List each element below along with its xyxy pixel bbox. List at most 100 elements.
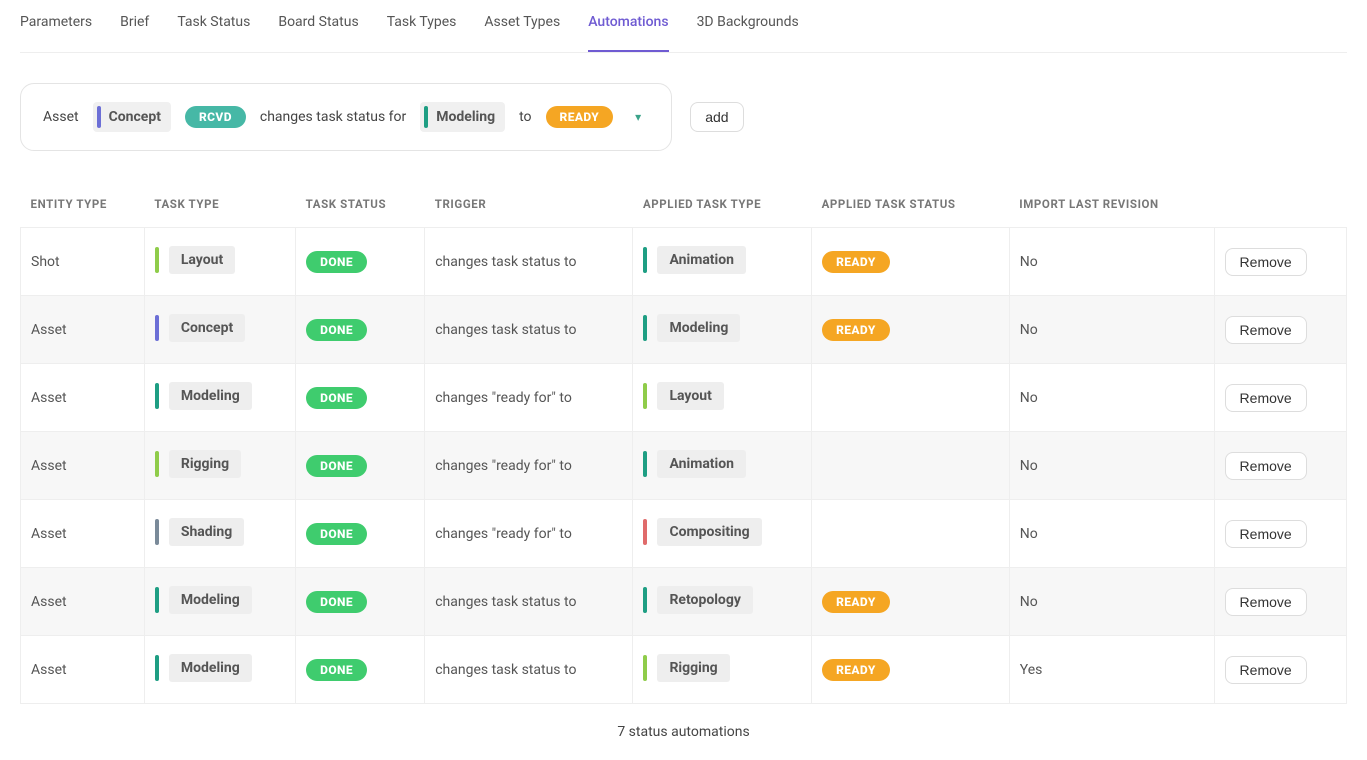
cell-task-type: Layout	[144, 228, 295, 296]
cell-trigger: changes "ready for" to	[425, 432, 633, 500]
tab-brief[interactable]: Brief	[120, 14, 149, 40]
applied-task-type-color-bar	[643, 519, 647, 545]
task-type-label: Layout	[169, 246, 235, 274]
cell-applied-task-status: READY	[812, 228, 1010, 296]
task-type-color-bar	[155, 315, 159, 341]
task-type-label: Modeling	[169, 586, 252, 614]
builder-mid-text: changes task status for	[260, 109, 406, 125]
table-row: AssetModelingDONEchanges task status toR…	[21, 636, 1347, 704]
task-status-badge: DONE	[306, 251, 367, 273]
applied-task-type-color-bar	[643, 383, 647, 409]
applied-task-type-color-bar	[424, 106, 428, 128]
automation-builder-row: Asset Concept RCVD changes task status f…	[20, 83, 1347, 151]
tab-asset-types[interactable]: Asset Types	[484, 14, 560, 40]
tab-parameters[interactable]: Parameters	[20, 14, 92, 40]
builder-task-status[interactable]: RCVD	[185, 106, 246, 128]
table-row: AssetRiggingDONEchanges "ready for" toAn…	[21, 432, 1347, 500]
remove-button[interactable]: Remove	[1225, 248, 1307, 276]
cell-task-type: Modeling	[144, 364, 295, 432]
cell-import-last: No	[1009, 296, 1214, 364]
automations-table: ENTITY TYPE TASK TYPE TASK STATUS TRIGGE…	[20, 187, 1347, 704]
applied-task-type-label: Layout	[657, 382, 723, 410]
cell-task-status: DONE	[296, 296, 425, 364]
cell-entity: Asset	[21, 568, 145, 636]
remove-button[interactable]: Remove	[1225, 316, 1307, 344]
applied-task-status-badge: READY	[822, 251, 890, 273]
cell-applied-task-type: Modeling	[633, 296, 812, 364]
cell-entity: Shot	[21, 228, 145, 296]
builder-entity[interactable]: Asset	[43, 109, 79, 125]
cell-task-status: DONE	[296, 364, 425, 432]
add-button[interactable]: add	[690, 102, 743, 132]
applied-task-status-badge: READY	[822, 319, 890, 341]
cell-trigger: changes "ready for" to	[425, 364, 633, 432]
cell-applied-task-type: Retopology	[633, 568, 812, 636]
cell-import-last: No	[1009, 432, 1214, 500]
cell-task-status: DONE	[296, 228, 425, 296]
cell-applied-task-status: READY	[812, 568, 1010, 636]
cell-applied-task-status	[812, 432, 1010, 500]
cell-task-status: DONE	[296, 432, 425, 500]
cell-applied-task-type: Animation	[633, 228, 812, 296]
tab-task-types[interactable]: Task Types	[387, 14, 457, 40]
builder-applied-task-type[interactable]: Modeling	[420, 102, 505, 132]
cell-import-last: No	[1009, 364, 1214, 432]
cell-remove: Remove	[1214, 228, 1346, 296]
cell-remove: Remove	[1214, 432, 1346, 500]
builder-to-text: to	[519, 109, 531, 125]
cell-remove: Remove	[1214, 636, 1346, 704]
remove-button[interactable]: Remove	[1225, 384, 1307, 412]
table-row: AssetConcept DONE changes task status toMo…	[21, 296, 1347, 364]
cell-trigger: changes task status to	[425, 568, 633, 636]
cell-remove: Remove	[1214, 500, 1346, 568]
chevron-down-icon[interactable]: ▾	[627, 110, 649, 124]
cell-remove: Remove	[1214, 364, 1346, 432]
task-status-badge: DONE	[306, 523, 367, 545]
cell-applied-task-type: Animation	[633, 432, 812, 500]
tab-task-status[interactable]: Task Status	[177, 14, 250, 40]
table-row: ShotLayoutDONEchanges task status toAnim…	[21, 228, 1347, 296]
cell-task-type: Shading	[144, 500, 295, 568]
task-status-badge: DONE	[306, 387, 367, 409]
tab-automations[interactable]: Automations	[588, 14, 668, 52]
cell-trigger: changes "ready for" to	[425, 500, 633, 568]
cell-import-last: No	[1009, 500, 1214, 568]
cell-task-status: DONE	[296, 568, 425, 636]
builder-task-type-label: Concept	[109, 109, 161, 125]
remove-button[interactable]: Remove	[1225, 588, 1307, 616]
cell-entity: Asset	[21, 296, 145, 364]
cell-trigger: changes task status to	[425, 296, 633, 364]
applied-task-status-badge: READY	[822, 591, 890, 613]
task-type-color-bar	[155, 655, 159, 681]
remove-button[interactable]: Remove	[1225, 520, 1307, 548]
task-type-color-bar	[155, 451, 159, 477]
task-type-color-bar	[155, 587, 159, 613]
cell-applied-task-status: READY	[812, 296, 1010, 364]
footer-count: 7 status automations	[20, 704, 1347, 760]
cell-applied-task-type: Rigging	[633, 636, 812, 704]
col-actions	[1214, 187, 1346, 228]
builder-applied-task-type-label: Modeling	[436, 109, 495, 125]
cell-import-last: No	[1009, 568, 1214, 636]
cell-task-status: DONE	[296, 500, 425, 568]
tab-board-status[interactable]: Board Status	[278, 14, 358, 40]
remove-button[interactable]: Remove	[1225, 656, 1307, 684]
builder-applied-task-status[interactable]: READY	[546, 106, 614, 128]
tab-3d-backgrounds[interactable]: 3D Backgrounds	[697, 14, 799, 40]
col-task-type: TASK TYPE	[144, 187, 295, 228]
applied-task-type-color-bar	[643, 315, 647, 341]
builder-task-type[interactable]: Concept	[93, 102, 171, 132]
cell-task-type: Modeling	[144, 568, 295, 636]
cell-applied-task-status	[812, 500, 1010, 568]
remove-button[interactable]: Remove	[1225, 452, 1307, 480]
cell-task-type: Concept	[144, 296, 295, 364]
task-type-color-bar	[155, 247, 159, 273]
task-status-badge: DONE	[306, 455, 367, 477]
col-entity: ENTITY TYPE	[21, 187, 145, 228]
applied-task-type-label: Animation	[657, 246, 746, 274]
cell-remove: Remove	[1214, 296, 1346, 364]
cell-trigger: changes task status to	[425, 636, 633, 704]
applied-task-type-color-bar	[643, 247, 647, 273]
task-status-badge: DONE	[306, 319, 367, 341]
cell-task-type: Modeling	[144, 636, 295, 704]
